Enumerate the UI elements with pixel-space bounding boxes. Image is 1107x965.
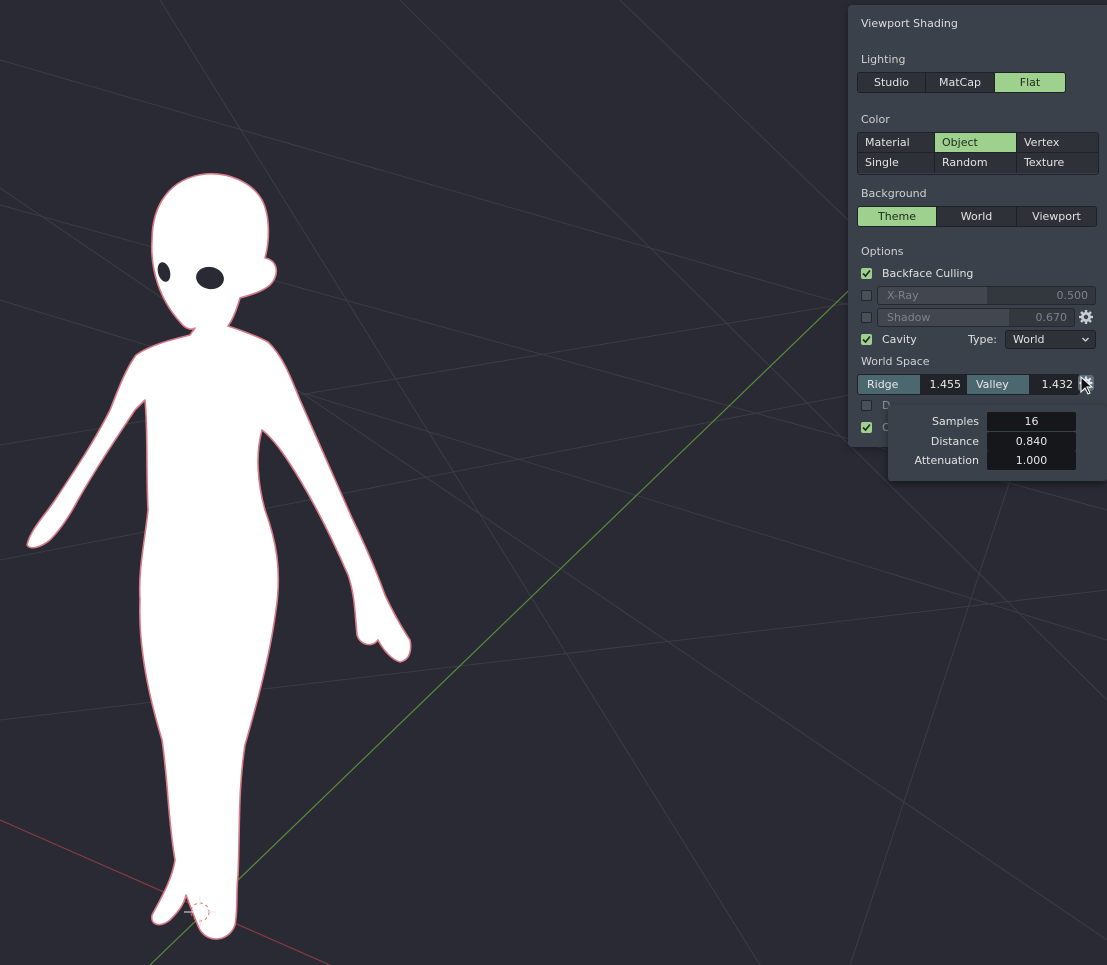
samples-label: Samples	[932, 415, 979, 428]
backface-culling-checkbox[interactable]	[861, 268, 872, 279]
color-object-button[interactable]: Object	[935, 133, 1017, 153]
ridge-value[interactable]: 1.455	[920, 375, 967, 394]
distance-label: Distance	[930, 435, 979, 448]
background-world-button[interactable]: World	[937, 207, 1017, 226]
backface-culling-label: Backface Culling	[882, 267, 974, 280]
cavity-type-dropdown[interactable]: World	[1005, 330, 1096, 349]
cavity-type-label: Type:	[968, 333, 997, 346]
samples-field[interactable]: 16	[987, 412, 1076, 431]
ridge-valley-fields: Ridge 1.455 Valley 1.432	[857, 374, 1080, 395]
background-theme-button[interactable]: Theme	[858, 207, 937, 226]
shadow-checkbox[interactable]	[861, 312, 872, 323]
checkmark-icon	[862, 335, 871, 344]
cavity-settings-popup: Samples 16 Distance 0.840 Attenuation 1.…	[888, 405, 1107, 481]
color-single-button[interactable]: Single	[858, 153, 935, 173]
xray-checkbox[interactable]	[861, 290, 872, 301]
character-mesh[interactable]	[26, 172, 412, 940]
color-vertex-button[interactable]: Vertex	[1017, 133, 1098, 153]
lighting-selector: Studio MatCap Flat	[857, 72, 1066, 93]
mouse-cursor-icon	[1080, 376, 1094, 395]
world-space-label: World Space	[861, 355, 930, 368]
checkmark-icon	[862, 423, 871, 432]
distance-field[interactable]: 0.840	[987, 432, 1076, 451]
depth-of-field-checkbox[interactable]	[861, 400, 872, 411]
attenuation-field[interactable]: 1.000	[987, 451, 1076, 470]
attenuation-row: Attenuation 1.000	[888, 451, 1107, 470]
lighting-flat-button[interactable]: Flat	[995, 73, 1065, 92]
color-label: Color	[861, 113, 890, 126]
cavity-type-value: World	[1013, 333, 1045, 346]
cavity-label: Cavity	[882, 333, 917, 346]
color-random-button[interactable]: Random	[935, 153, 1017, 173]
valley-value[interactable]: 1.432	[1029, 375, 1079, 394]
valley-label[interactable]: Valley	[967, 375, 1029, 394]
color-material-button[interactable]: Material	[858, 133, 935, 153]
background-selector: Theme World Viewport	[857, 206, 1097, 227]
cavity-checkbox[interactable]	[861, 334, 872, 345]
outline-checkbox[interactable]	[861, 422, 872, 433]
panel-title: Viewport Shading	[861, 17, 958, 30]
lighting-matcap-button[interactable]: MatCap	[926, 73, 995, 92]
background-label: Background	[861, 187, 927, 200]
xray-slider[interactable]: X-Ray 0.500	[877, 286, 1096, 305]
color-selector: Material Object Vertex Single Random Tex…	[857, 132, 1099, 175]
gear-icon[interactable]	[1078, 309, 1094, 325]
checkmark-icon	[862, 269, 871, 278]
background-viewport-button[interactable]: Viewport	[1017, 207, 1096, 226]
ridge-label[interactable]: Ridge	[858, 375, 920, 394]
distance-row: Distance 0.840	[888, 432, 1107, 451]
xray-label: X-Ray	[887, 289, 919, 302]
shadow-value: 0.670	[1035, 311, 1068, 324]
shadow-slider[interactable]: Shadow 0.670	[877, 308, 1075, 327]
xray-value: 0.500	[1056, 289, 1089, 302]
lighting-studio-button[interactable]: Studio	[858, 73, 926, 92]
samples-row: Samples 16	[888, 412, 1107, 431]
shadow-label: Shadow	[887, 311, 931, 324]
chevron-down-icon	[1082, 337, 1089, 342]
attenuation-label: Attenuation	[914, 454, 979, 467]
lighting-label: Lighting	[861, 53, 906, 66]
color-texture-button[interactable]: Texture	[1017, 153, 1098, 173]
options-label: Options	[861, 245, 904, 258]
